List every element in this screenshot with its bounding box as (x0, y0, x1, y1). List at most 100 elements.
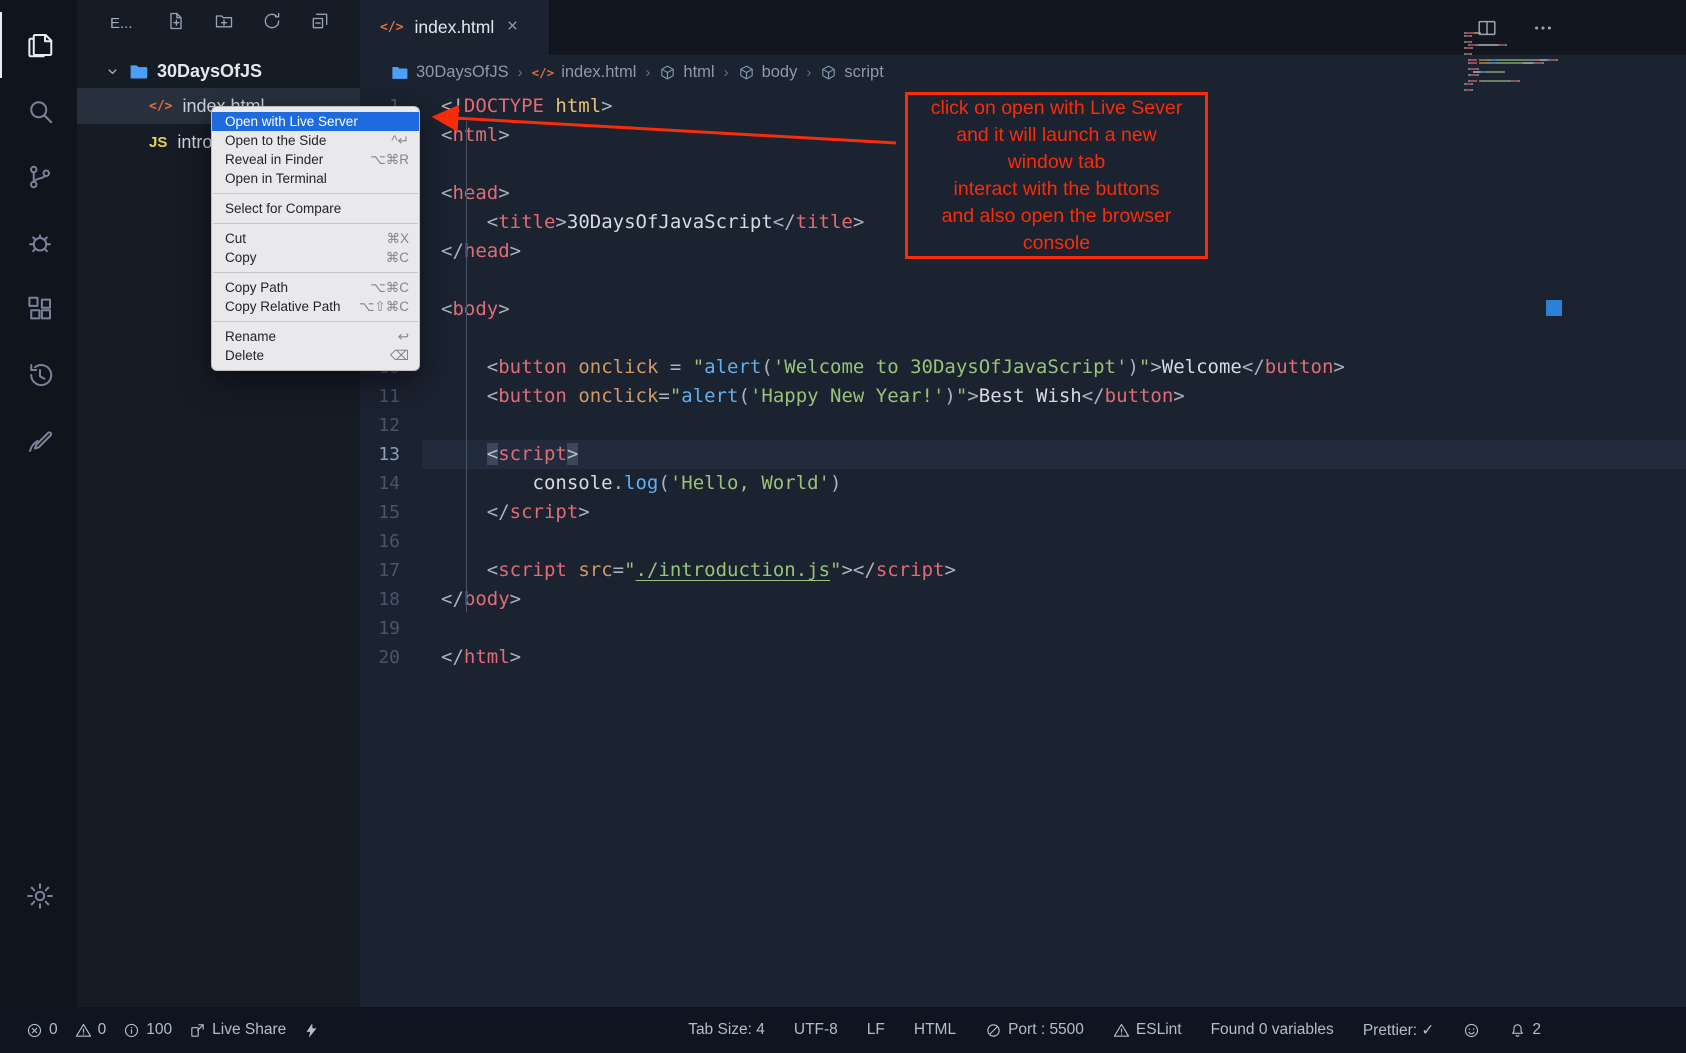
menu-item-reveal-in-finder[interactable]: Reveal in Finder⌥⌘R (212, 150, 419, 169)
menu-item-shortcut: ⌫ (390, 348, 409, 364)
status-live-share[interactable]: Live Share (189, 1021, 286, 1039)
menu-separator (213, 223, 418, 224)
code-line-13[interactable]: 13 <script> (360, 440, 1686, 469)
line-content: </html> (422, 643, 1686, 672)
status-lf[interactable]: LF (867, 1021, 885, 1039)
code-line-16[interactable]: 16 (360, 527, 1686, 556)
status-label: Found 0 variables (1211, 1021, 1334, 1039)
code-line-12[interactable]: 12 (360, 411, 1686, 440)
menu-item-copy-relative-path[interactable]: Copy Relative Path⌥⇧⌘C (212, 297, 419, 316)
breadcrumb-item-body[interactable]: body (738, 63, 798, 82)
breadcrumb-separator: › (724, 64, 729, 81)
breadcrumb-item-html[interactable]: html (659, 63, 714, 82)
collapse-all-icon[interactable] (310, 11, 330, 35)
tab-index-html[interactable]: </> index.html (360, 0, 550, 55)
breadcrumb-item-script[interactable]: script (820, 63, 883, 82)
line-number: 19 (360, 614, 422, 643)
status-label: 0 (98, 1021, 107, 1039)
activity-search-icon[interactable] (0, 78, 77, 144)
status-2[interactable]: 2 (1509, 1021, 1541, 1039)
refresh-icon[interactable] (262, 11, 282, 35)
status-label: LF (867, 1021, 885, 1039)
code-line-14[interactable]: 14 console.log('Hello, World') (360, 469, 1686, 498)
line-number: 20 (360, 643, 422, 672)
menu-item-shortcut: ⌘C (386, 250, 409, 266)
menu-item-rename[interactable]: Rename↩ (212, 327, 419, 346)
code-line-18[interactable]: 18</body> (360, 585, 1686, 614)
line-number: 11 (360, 382, 422, 411)
breadcrumb-separator: › (806, 64, 811, 81)
breadcrumb-separator: › (518, 64, 523, 81)
menu-item-cut[interactable]: Cut⌘X (212, 229, 419, 248)
menu-item-shortcut: ⌥⇧⌘C (359, 299, 409, 315)
activity-source-control-icon[interactable] (0, 144, 77, 210)
cube-symbol-icon (738, 64, 755, 81)
status-found-0-variables[interactable]: Found 0 variables (1211, 1021, 1334, 1039)
status-0[interactable]: 0 (75, 1021, 107, 1039)
menu-item-open-in-terminal[interactable]: Open in Terminal (212, 169, 419, 188)
menu-separator (213, 272, 418, 273)
activity-history-icon[interactable] (0, 342, 77, 408)
menu-item-open-with-live-server[interactable]: Open with Live Server (212, 112, 419, 131)
status-html[interactable]: HTML (914, 1021, 956, 1039)
menu-item-copy[interactable]: Copy ⌘C (212, 248, 419, 267)
status-prettier-[interactable]: Prettier: ✓ (1363, 1021, 1435, 1040)
scrollbar-marker[interactable] (1546, 300, 1562, 316)
menu-item-shortcut: ⌘X (386, 231, 409, 247)
status-port-5500[interactable]: Port : 5500 (985, 1021, 1084, 1039)
breadcrumb-item-index.html[interactable]: </>index.html (532, 63, 637, 82)
new-folder-icon[interactable] (214, 11, 234, 35)
code-line-15[interactable]: 15 </script> (360, 498, 1686, 527)
status-100[interactable]: 100 (123, 1021, 172, 1039)
line-content: </body> (422, 585, 1686, 614)
status-tab-size-4[interactable]: Tab Size: 4 (688, 1021, 765, 1039)
menu-item-select-for-compare[interactable]: Select for Compare (212, 199, 419, 218)
breadcrumb-label: index.html (561, 63, 636, 82)
status-0[interactable]: 0 (26, 1021, 58, 1039)
breadcrumb-label: 30DaysOfJS (416, 63, 509, 82)
menu-item-copy-path[interactable]: Copy Path⌥⌘C (212, 278, 419, 297)
menu-item-open-to-the-side[interactable]: Open to the Side^↵ (212, 131, 419, 150)
activity-extensions-icon[interactable] (0, 276, 77, 342)
breadcrumb-separator: › (645, 64, 650, 81)
minimap[interactable] (1464, 32, 1556, 92)
line-content (422, 411, 1686, 440)
project-folder-row[interactable]: 30DaysOfJS (77, 54, 360, 88)
code-line-11[interactable]: 11 <button onclick="alert('Happy New Yea… (360, 382, 1686, 411)
breadcrumb-item-30DaysOfJS[interactable]: 30DaysOfJS (390, 63, 509, 82)
status-lightning-icon[interactable] (303, 1022, 320, 1039)
line-content (422, 527, 1686, 556)
status-label: 2 (1532, 1021, 1541, 1039)
menu-item-delete[interactable]: Delete⌫ (212, 346, 419, 365)
new-file-icon[interactable] (166, 11, 186, 35)
line-content: <button onclick = "alert('Welcome to 30D… (422, 353, 1686, 382)
annotation-text-line: and also open the browser (908, 203, 1205, 230)
code-line-17[interactable]: 17 <script src="./introduction.js"></scr… (360, 556, 1686, 585)
code-line-19[interactable]: 19 (360, 614, 1686, 643)
context-menu: Open with Live ServerOpen to the Side^↵R… (211, 106, 420, 371)
menu-item-label: Reveal in Finder (225, 152, 358, 167)
bell-icon (1509, 1022, 1526, 1039)
cube-symbol-icon (820, 64, 837, 81)
code-line-7[interactable]: 7 (360, 266, 1686, 295)
close-icon[interactable] (505, 17, 520, 38)
status-utf-8[interactable]: UTF-8 (794, 1021, 838, 1039)
port-icon (985, 1022, 1002, 1039)
line-content: <script> (422, 440, 1686, 469)
smiley-icon (1463, 1022, 1480, 1039)
status-label: Live Share (212, 1021, 286, 1039)
settings-gear-icon[interactable] (0, 863, 77, 929)
code-line-8[interactable]: 8<body> (360, 295, 1686, 324)
status-smiley-icon[interactable] (1463, 1022, 1480, 1039)
activity-feedback-icon[interactable] (0, 408, 77, 474)
code-line-20[interactable]: 20</html> (360, 643, 1686, 672)
activity-debug-icon[interactable] (0, 210, 77, 276)
menu-item-label: Copy (225, 250, 374, 265)
project-folder-label: 30DaysOfJS (157, 61, 262, 82)
menu-item-label: Select for Compare (225, 201, 409, 216)
status-eslint[interactable]: ESLint (1113, 1021, 1182, 1039)
code-line-10[interactable]: 10 <button onclick = "alert('Welcome to … (360, 353, 1686, 382)
code-line-9[interactable]: 9 (360, 324, 1686, 353)
activity-explorer-icon[interactable] (0, 12, 77, 78)
menu-item-shortcut: ↩ (398, 329, 409, 345)
